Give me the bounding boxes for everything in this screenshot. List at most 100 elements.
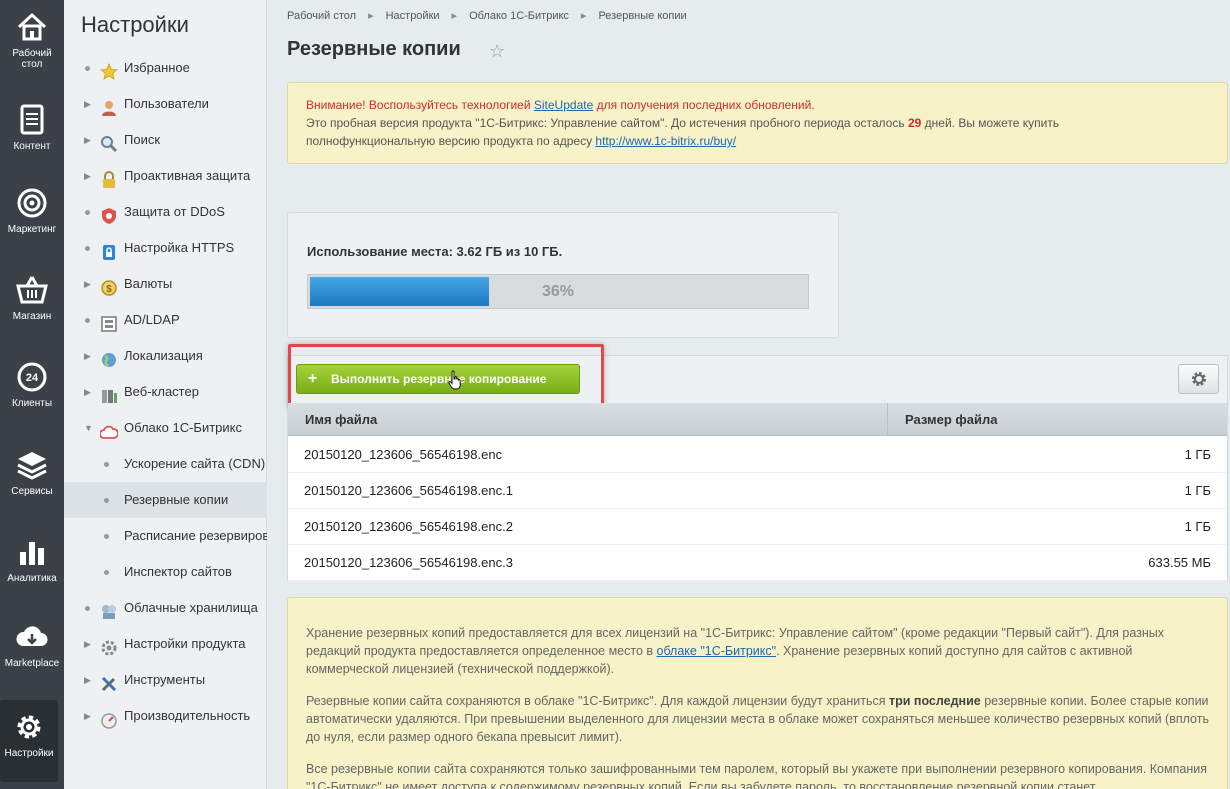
expand-arrow-icon[interactable]: ▶ bbox=[84, 266, 92, 302]
bullet-icon bbox=[104, 534, 109, 539]
expand-arrow-icon[interactable]: ▶ bbox=[84, 338, 92, 374]
user-icon bbox=[100, 95, 118, 116]
siteupdate-link[interactable]: SiteUpdate bbox=[534, 98, 593, 112]
ldap-icon bbox=[100, 311, 118, 332]
sidebar-item-webcluster[interactable]: ▶ Веб-кластер bbox=[64, 374, 267, 410]
rail-item-analytics[interactable]: Аналитика bbox=[0, 525, 64, 607]
lock-icon bbox=[100, 167, 118, 188]
sidebar-item-favorites[interactable]: Избранное bbox=[64, 50, 267, 86]
sidebar-title: Настройки bbox=[81, 12, 189, 37]
sidebar-item-https[interactable]: Настройка HTTPS bbox=[64, 230, 267, 266]
rail-item-marketplace[interactable]: Marketplace bbox=[0, 610, 64, 692]
breadcrumb-item-desktop[interactable]: Рабочий стол bbox=[287, 10, 356, 22]
file-name: 20150120_123606_56546198.enc.3 bbox=[304, 555, 513, 570]
sidebar-item-performance[interactable]: ▶ Производительность bbox=[64, 698, 267, 734]
space-usage-label: Использование места: 3.62 ГБ из 10 ГБ. bbox=[307, 244, 563, 259]
sidebar-item-users[interactable]: ▶ Пользователи bbox=[64, 86, 267, 122]
backup-info-box: Хранение резервных копий предоставляется… bbox=[287, 597, 1228, 789]
rail-item-desktop[interactable]: Рабочий стол bbox=[0, 0, 64, 82]
cloud-icon bbox=[99, 419, 119, 439]
file-name: 20150120_123606_56546198.enc.2 bbox=[304, 519, 513, 534]
rail-item-services[interactable]: Сервисы bbox=[0, 438, 64, 520]
basket-icon bbox=[15, 273, 49, 307]
column-header-filename[interactable]: Имя файла bbox=[288, 403, 888, 436]
file-name: 20150120_123606_56546198.enc bbox=[304, 447, 503, 462]
expand-arrow-icon[interactable]: ▶ bbox=[84, 662, 92, 698]
home-icon bbox=[15, 10, 49, 44]
expand-arrow-icon[interactable]: ▶ bbox=[84, 626, 92, 662]
rail-item-shop[interactable]: Магазин bbox=[0, 263, 64, 345]
sidebar-item-currencies[interactable]: ▶ $ Валюты bbox=[64, 266, 267, 302]
buy-link[interactable]: http://www.1c-bitrix.ru/buy/ bbox=[595, 134, 736, 148]
rail-item-clients[interactable]: 24 Клиенты bbox=[0, 350, 64, 432]
expand-arrow-icon[interactable]: ▶ bbox=[84, 86, 92, 122]
https-lock-icon bbox=[100, 239, 118, 260]
table-row[interactable]: 20150120_123606_56546198.enc.3 633.55 МБ bbox=[288, 545, 1227, 581]
bullet-icon bbox=[104, 462, 109, 467]
globe-icon bbox=[100, 347, 118, 367]
sidebar-item-tools[interactable]: ▶ Инструменты bbox=[64, 662, 267, 698]
star-icon bbox=[99, 59, 119, 80]
breadcrumb-item-bitrix-cloud[interactable]: Облако 1С-Битрикс bbox=[469, 10, 569, 22]
progress-percent: 36% bbox=[541, 283, 575, 300]
notice-line-1: Внимание! Воспользуйтесь технологией Sit… bbox=[306, 98, 815, 112]
bullet-icon bbox=[104, 498, 109, 503]
collapse-arrow-icon[interactable]: ▼ bbox=[84, 410, 93, 446]
sidebar-item-site-inspector[interactable]: Инспектор сайтов bbox=[64, 554, 267, 590]
sidebar-item-backups[interactable]: Резервные копии bbox=[64, 482, 267, 518]
rail-item-settings[interactable]: Настройки bbox=[0, 700, 58, 782]
shield-icon bbox=[100, 203, 118, 224]
breadcrumb-item-backups[interactable]: Резервные копии bbox=[598, 10, 686, 22]
settings-icon bbox=[100, 635, 118, 656]
expand-arrow-icon[interactable]: ▶ bbox=[84, 158, 92, 194]
file-size: 1 ГБ bbox=[1184, 447, 1211, 462]
sidebar-item-localization[interactable]: ▶ Локализация bbox=[64, 338, 267, 374]
expand-arrow-icon[interactable]: ▶ bbox=[84, 698, 92, 734]
breadcrumb-item-settings[interactable]: Настройки bbox=[386, 10, 440, 22]
page-title: Резервные копии bbox=[287, 38, 461, 60]
svg-text:24: 24 bbox=[26, 372, 39, 384]
sidebar-item-cdn[interactable]: Ускорение сайта (CDN) bbox=[64, 446, 267, 482]
sidebar-item-proactive[interactable]: ▶ Проактивная защита bbox=[64, 158, 267, 194]
sidebar-item-product-settings[interactable]: ▶ Настройки продукта bbox=[64, 626, 267, 662]
favorite-star-icon[interactable]: ☆ bbox=[489, 41, 505, 62]
sidebar-item-bitrix-cloud[interactable]: ▼ Облако 1С-Битрикс bbox=[64, 410, 267, 446]
cloud-download-icon bbox=[15, 620, 49, 654]
file-size: 633.55 МБ bbox=[1148, 555, 1211, 570]
sidebar-item-search[interactable]: ▶ Поиск bbox=[64, 122, 267, 158]
breadcrumb-separator-icon: ▸ bbox=[368, 10, 374, 22]
rail-item-content[interactable]: Контент bbox=[0, 93, 64, 175]
highlight-frame bbox=[288, 344, 604, 408]
sidebar-item-ldap[interactable]: AD/LDAP bbox=[64, 302, 267, 338]
bullet-icon bbox=[85, 210, 90, 215]
rail-item-marketing[interactable]: Маркетинг bbox=[0, 176, 64, 258]
expand-arrow-icon[interactable]: ▶ bbox=[84, 374, 92, 410]
column-header-filesize[interactable]: Размер файла bbox=[888, 403, 1228, 436]
info-paragraph-3: Все резервные копии сайта сохраняются то… bbox=[306, 762, 1207, 789]
storage-icon bbox=[100, 599, 118, 619]
sidebar-item-backup-schedule[interactable]: Расписание резервиров bbox=[64, 518, 267, 554]
bitrix-cloud-link[interactable]: облаке "1С-Битрикс" bbox=[657, 644, 777, 658]
sidebar-item-ddos[interactable]: Защита от DDoS bbox=[64, 194, 267, 230]
table-row[interactable]: 20150120_123606_56546198.enc 1 ГБ bbox=[288, 437, 1227, 473]
trial-days-count: 29 bbox=[907, 116, 922, 130]
table-header: Имя файла Размер файла bbox=[288, 403, 1227, 436]
expand-arrow-icon[interactable]: ▶ bbox=[84, 122, 92, 158]
bullet-icon bbox=[85, 318, 90, 323]
sidebar-item-cloud-storage[interactable]: Облачные хранилища bbox=[64, 590, 267, 626]
file-size: 1 ГБ bbox=[1184, 483, 1211, 498]
bullet-icon bbox=[85, 66, 90, 71]
table-row[interactable]: 20150120_123606_56546198.enc.1 1 ГБ bbox=[288, 473, 1227, 509]
settings-sidebar: Настройки Избранное ▶ Пользователи ▶ Пои… bbox=[64, 0, 267, 789]
settings-menu: Избранное ▶ Пользователи ▶ Поиск ▶ Проак… bbox=[64, 50, 267, 734]
file-name: 20150120_123606_56546198.enc.1 bbox=[304, 483, 513, 498]
file-size: 1 ГБ bbox=[1184, 519, 1211, 534]
table-row[interactable]: 20150120_123606_56546198.enc.2 1 ГБ bbox=[288, 509, 1227, 545]
tools-icon bbox=[100, 671, 118, 692]
breadcrumb-separator-icon: ▸ bbox=[451, 10, 458, 22]
magnifier-icon bbox=[100, 131, 118, 153]
document-icon bbox=[15, 103, 49, 137]
table-settings-button[interactable] bbox=[1178, 364, 1219, 394]
left-icon-rail: Рабочий стол Контент Маркетинг Магазин 2… bbox=[0, 0, 64, 789]
space-usage-progress-bar: 36% bbox=[307, 274, 809, 309]
